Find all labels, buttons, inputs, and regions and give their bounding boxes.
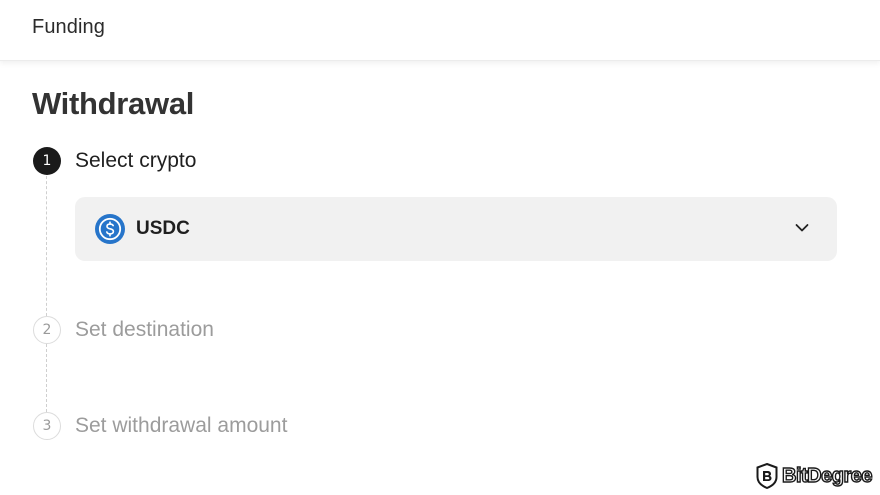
step-1-label: Select crypto (75, 149, 197, 172)
usdc-coin-icon (95, 214, 125, 244)
page-title: Withdrawal (32, 86, 195, 121)
step-3-badge: 3 (33, 412, 61, 440)
crypto-select-value: USDC (136, 218, 190, 239)
chevron-down-icon[interactable] (795, 223, 809, 233)
page-section-title: Funding (32, 16, 105, 38)
bitdegree-watermark: BitDegree (756, 463, 873, 489)
step-1-badge: 1 (33, 147, 61, 175)
watermark-text: BitDegree (781, 464, 873, 487)
step-2-label: Set destination (75, 318, 214, 341)
top-bar: Funding (0, 0, 880, 61)
step-2-badge: 2 (33, 316, 61, 344)
step-connector (46, 344, 47, 412)
step-3-label: Set withdrawal amount (75, 414, 288, 437)
bitdegree-logo-icon (756, 463, 778, 489)
crypto-select[interactable]: USDC (75, 197, 837, 261)
step-connector (46, 176, 47, 316)
